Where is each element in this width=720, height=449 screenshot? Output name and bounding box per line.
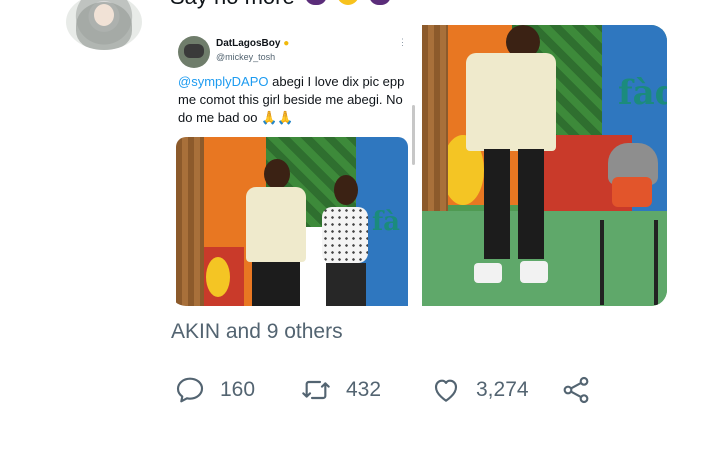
- avatar-face: [94, 4, 114, 26]
- quoted-mention: @symplyDAPO: [178, 74, 269, 89]
- quoted-avatar: [178, 36, 210, 68]
- photo-logo-mark: fà: [372, 207, 401, 237]
- emoji-purple-2: [369, 0, 392, 6]
- quoted-photo: fà: [176, 137, 408, 306]
- man-leg-right: [518, 149, 544, 259]
- man-shirt: [466, 53, 556, 151]
- heart-icon: [434, 379, 458, 402]
- quoted-text: @symplyDAPO abegi I love dix pic epp me …: [178, 73, 410, 127]
- share-button[interactable]: [560, 370, 592, 410]
- like-count: 3,274: [476, 378, 529, 401]
- tweet-photo-right[interactable]: fàd: [422, 25, 667, 306]
- grill-leg-2: [654, 220, 658, 305]
- photo-man-trousers: [252, 262, 300, 306]
- tweet-text: Say no more: [170, 0, 392, 10]
- like-button[interactable]: 3,274: [430, 370, 529, 410]
- photo-wood-wall: [176, 137, 204, 306]
- tweet-text-body: Say no more: [170, 0, 295, 9]
- photo-man-shirt: [246, 187, 306, 262]
- retweet-count: 432: [346, 378, 382, 401]
- more-icon: ⋮: [398, 37, 407, 47]
- emoji-yellow: [336, 0, 359, 6]
- man-shoe-right: [520, 261, 548, 283]
- photo-mural-yellow: [206, 257, 230, 297]
- grill-leg: [600, 220, 604, 305]
- quoted-tweet-screenshot[interactable]: DatLagosBoy ● @mickey_tosh ⋮ @symplyDAPO…: [170, 25, 418, 306]
- man-leg-left: [484, 149, 510, 259]
- reply-button[interactable]: 160: [174, 370, 255, 410]
- photo-man-head: [264, 159, 290, 189]
- photo-woman-head: [334, 175, 358, 205]
- restaurant-logo-mark: fàd: [618, 73, 667, 113]
- retweet-button[interactable]: 432: [300, 370, 381, 410]
- grass-floor: [422, 211, 667, 306]
- share-icon: [563, 376, 589, 404]
- photo-woman-skirt: [326, 263, 366, 306]
- man-shoe-left: [474, 263, 502, 283]
- retweet-icon: [302, 380, 330, 400]
- grill-fire: [612, 177, 652, 207]
- author-avatar[interactable]: [66, 0, 142, 50]
- emoji-purple: [304, 0, 327, 6]
- quoted-name: DatLagosBoy ●: [216, 38, 290, 49]
- reply-count: 160: [220, 378, 256, 401]
- tweet-media[interactable]: DatLagosBoy ● @mickey_tosh ⋮ @symplyDAPO…: [170, 25, 667, 306]
- photo-woman-blouse: [322, 207, 368, 263]
- scrollbar: [412, 105, 415, 165]
- reply-icon: [176, 377, 204, 403]
- quoted-handle: @mickey_tosh: [216, 52, 276, 62]
- tweet-actions: 160 432 3,274: [174, 370, 614, 410]
- liked-by-text[interactable]: AKIN and 9 others: [171, 320, 343, 344]
